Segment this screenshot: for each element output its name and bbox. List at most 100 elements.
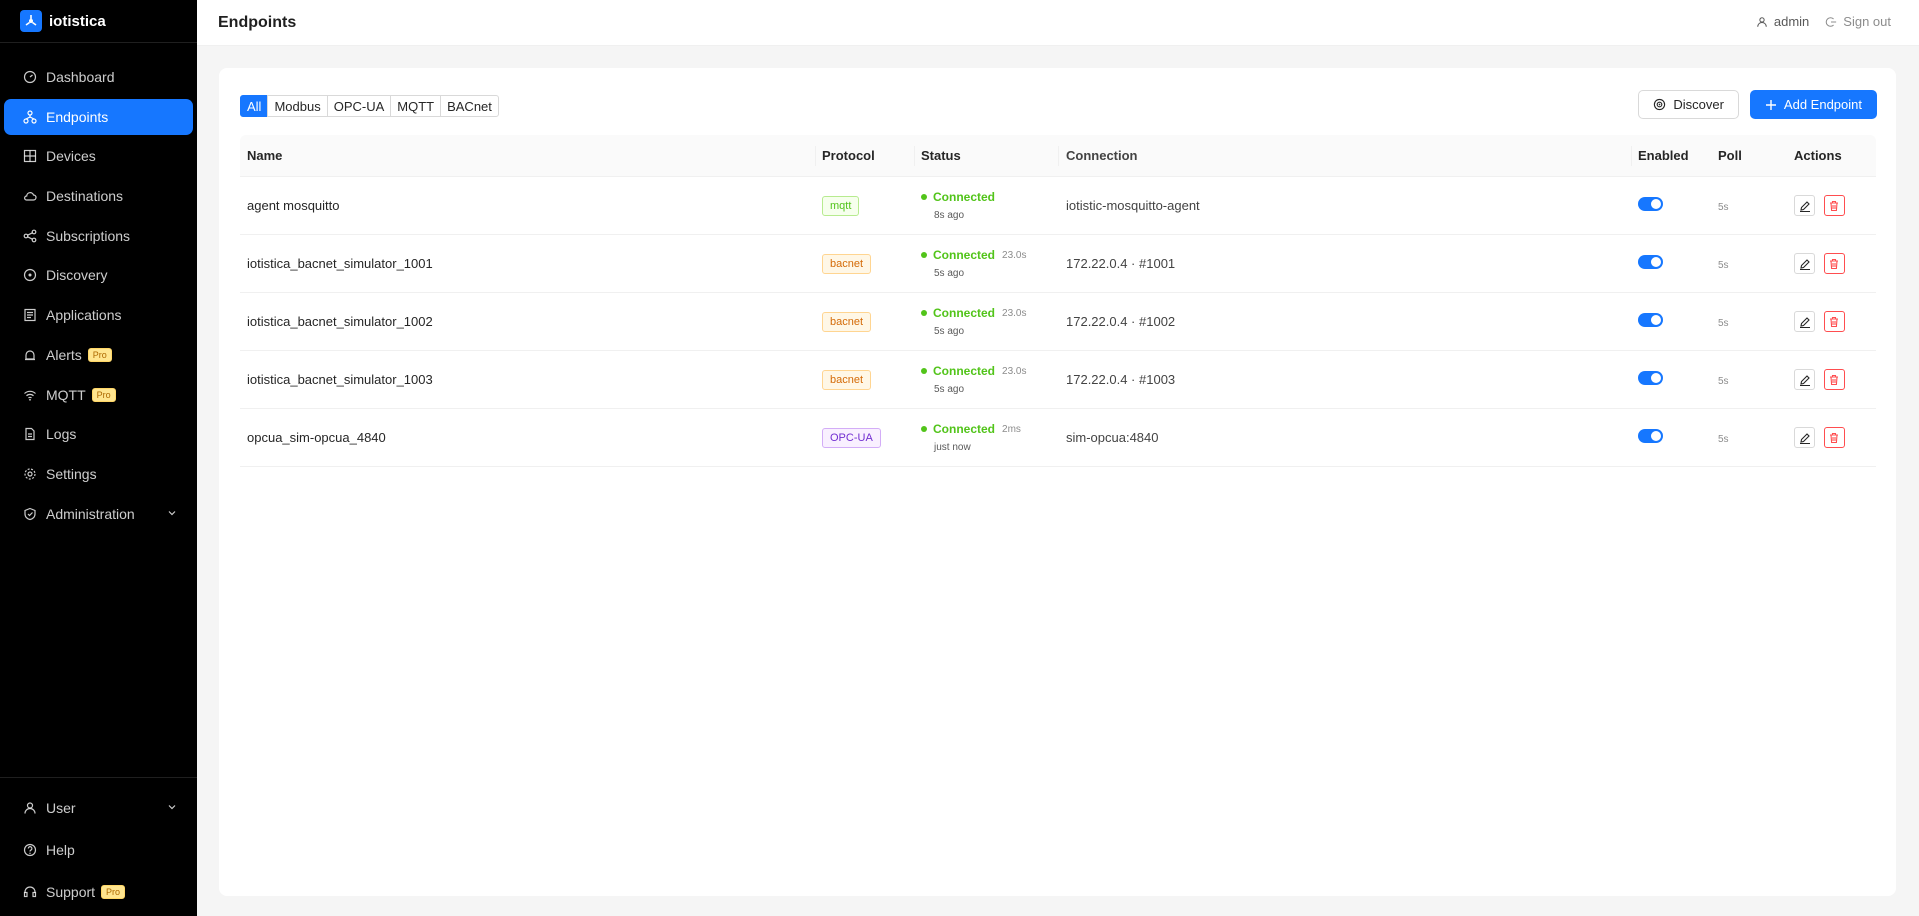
sidebar-item-label: Applications bbox=[46, 307, 122, 324]
filter-bacnet[interactable]: BACnet bbox=[440, 95, 499, 117]
page-title: Endpoints bbox=[218, 13, 297, 31]
edit-button[interactable] bbox=[1794, 195, 1815, 216]
sidebar-nav: Dashboard Endpoints Devices Destinations… bbox=[0, 43, 197, 532]
protocol-filter: All Modbus OPC-UA MQTT BACnet bbox=[240, 95, 499, 117]
shield-icon bbox=[23, 507, 37, 521]
gear-icon bbox=[23, 467, 37, 481]
last-seen: 5s ago bbox=[934, 326, 965, 337]
sidebar-item-label: Endpoints bbox=[46, 108, 109, 125]
sidebar-item-label: Subscriptions bbox=[46, 227, 131, 244]
sidebar-item-label: Dashboard bbox=[46, 69, 115, 85]
trash-icon bbox=[1830, 200, 1839, 211]
endpoint-name: iotistica_bacnet_simulator_1001 bbox=[247, 256, 433, 271]
column-header-protocol: Protocol bbox=[816, 145, 915, 166]
enabled-toggle[interactable] bbox=[1638, 255, 1663, 269]
filter-modbus[interactable]: Modbus bbox=[267, 95, 328, 117]
edit-button[interactable] bbox=[1794, 369, 1815, 390]
delete-button[interactable] bbox=[1823, 195, 1845, 216]
sidebar-item-label: Support bbox=[46, 884, 96, 900]
sidebar-item-discovery[interactable]: Discovery bbox=[4, 257, 193, 293]
discover-label: Discover bbox=[1673, 97, 1724, 112]
endpoint-name: iotistica_bacnet_simulator_1002 bbox=[247, 314, 433, 329]
sidebar-item-help[interactable]: Help bbox=[4, 832, 193, 868]
sign-out-button[interactable]: Sign out bbox=[1825, 14, 1891, 29]
enabled-toggle[interactable] bbox=[1638, 429, 1663, 443]
endpoint-name: agent mosquitto bbox=[247, 198, 340, 213]
sidebar-item-dashboard[interactable]: Dashboard bbox=[4, 59, 193, 95]
sidebar-item-destinations[interactable]: Destinations bbox=[4, 178, 193, 214]
sidebar-item-label: Administration bbox=[46, 505, 135, 522]
endpoint-name: opcua_sim-opcua_4840 bbox=[247, 430, 386, 445]
sidebar-item-label: MQTT bbox=[46, 386, 86, 403]
sidebar-item-applications[interactable]: Applications bbox=[4, 297, 193, 333]
devices-icon bbox=[23, 149, 37, 163]
table-header: Name Protocol Status Connection Enabled … bbox=[240, 135, 1876, 177]
delete-button[interactable] bbox=[1823, 253, 1845, 274]
brand-name: iotistica bbox=[49, 12, 106, 30]
connection: 172.22.0.4 · #1002 bbox=[1066, 314, 1176, 329]
plus-icon bbox=[1765, 99, 1776, 110]
edit-button[interactable] bbox=[1794, 427, 1815, 448]
filter-mqtt[interactable]: MQTT bbox=[390, 95, 442, 117]
last-seen: just now bbox=[934, 442, 971, 453]
delete-button[interactable] bbox=[1823, 427, 1845, 448]
add-endpoint-button[interactable]: Add Endpoint bbox=[1749, 90, 1877, 119]
edit-button[interactable] bbox=[1794, 253, 1815, 274]
user-menu[interactable]: admin bbox=[1756, 14, 1809, 29]
discover-button[interactable]: Discover bbox=[1638, 90, 1739, 119]
edit-button[interactable] bbox=[1794, 311, 1815, 332]
radar-icon bbox=[1654, 98, 1666, 111]
sidebar-item-devices[interactable]: Devices bbox=[4, 138, 193, 174]
sidebar-item-support[interactable]: Support Pro bbox=[4, 874, 193, 910]
sidebar-item-label: Devices bbox=[46, 148, 96, 165]
column-header-enabled: Enabled bbox=[1638, 148, 1689, 163]
table-row: iotistica_bacnet_simulator_1002 bacnet C… bbox=[240, 293, 1876, 351]
table-row: iotistica_bacnet_simulator_1001 bacnet C… bbox=[240, 235, 1876, 293]
sidebar-item-alerts[interactable]: Alerts Pro bbox=[4, 337, 193, 373]
sidebar-item-administration[interactable]: Administration bbox=[4, 496, 193, 532]
application-icon bbox=[23, 308, 37, 322]
status-cell: Connected 8s ago bbox=[915, 190, 1059, 221]
status-text: Connected bbox=[933, 364, 996, 378]
status-dot bbox=[921, 426, 927, 432]
enabled-toggle[interactable] bbox=[1638, 313, 1663, 327]
trash-icon bbox=[1830, 258, 1839, 269]
dashboard-icon bbox=[23, 70, 37, 84]
latency: 23.0s bbox=[1002, 307, 1027, 319]
wifi-icon bbox=[23, 388, 37, 402]
share-icon bbox=[23, 229, 37, 243]
sidebar-item-mqtt[interactable]: MQTT Pro bbox=[4, 377, 193, 413]
enabled-toggle[interactable] bbox=[1638, 371, 1663, 385]
endpoints-card: All Modbus OPC-UA MQTT BACnet Discover A… bbox=[219, 68, 1896, 896]
delete-button[interactable] bbox=[1823, 369, 1845, 390]
sidebar-item-settings[interactable]: Settings bbox=[4, 456, 193, 492]
sidebar-item-endpoints[interactable]: Endpoints bbox=[4, 98, 193, 135]
column-header-name: Name bbox=[240, 145, 816, 166]
sidebar-item-label: Help bbox=[46, 842, 75, 858]
brand[interactable]: iotistica bbox=[0, 0, 197, 43]
sidebar-item-logs[interactable]: Logs bbox=[4, 416, 193, 452]
headset-icon bbox=[23, 885, 37, 899]
connection: 172.22.0.4 · #1003 bbox=[1066, 372, 1176, 387]
sidebar-item-label: Discovery bbox=[46, 267, 108, 284]
sidebar-item-user[interactable]: User bbox=[4, 790, 193, 826]
status-cell: Connected 2ms just now bbox=[915, 422, 1059, 453]
filter-opcua[interactable]: OPC-UA bbox=[326, 95, 392, 117]
protocol-tag: bacnet bbox=[822, 369, 872, 390]
enabled-toggle[interactable] bbox=[1638, 197, 1663, 211]
toolbar: Discover Add Endpoint bbox=[1638, 90, 1877, 119]
filter-all[interactable]: All bbox=[240, 95, 269, 117]
header-actions: admin Sign out bbox=[1756, 14, 1891, 29]
sidebar-item-subscriptions[interactable]: Subscriptions bbox=[4, 218, 193, 254]
trash-icon bbox=[1830, 316, 1839, 327]
delete-button[interactable] bbox=[1823, 311, 1845, 332]
edit-icon bbox=[1799, 374, 1810, 386]
edit-icon bbox=[1799, 258, 1810, 270]
column-header-status: Status bbox=[915, 145, 1059, 166]
edit-icon bbox=[1799, 200, 1810, 212]
table-row: iotistica_bacnet_simulator_1003 bacnet C… bbox=[240, 351, 1876, 409]
user-icon bbox=[23, 801, 37, 815]
latency: 23.0s bbox=[1002, 365, 1027, 377]
username: admin bbox=[1773, 14, 1810, 29]
sidebar-item-label: Destinations bbox=[46, 188, 124, 205]
